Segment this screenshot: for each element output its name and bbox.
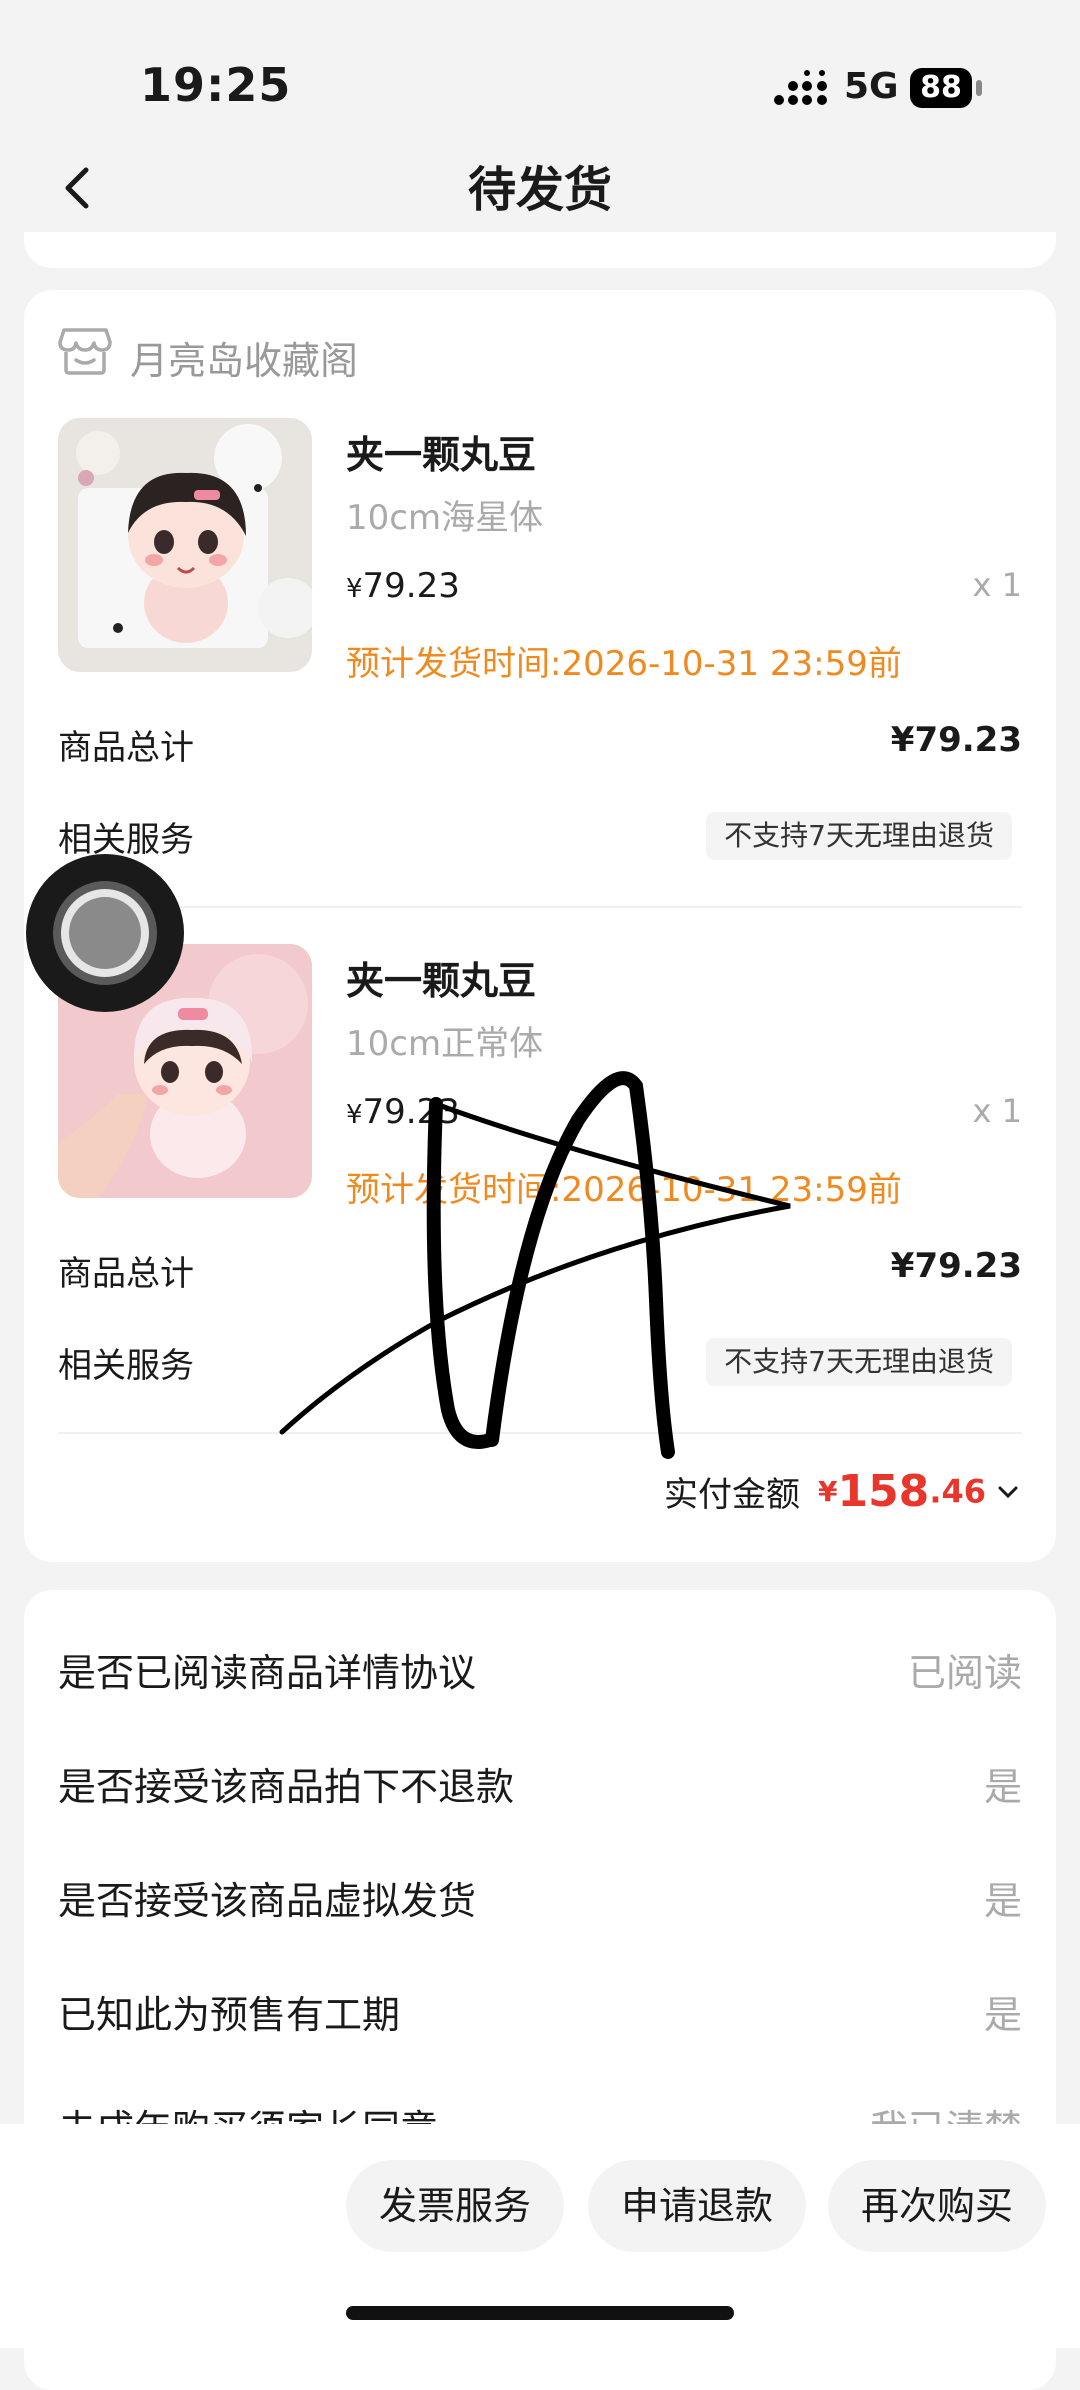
chevron-down-icon — [998, 1486, 1018, 1498]
item-currency: ¥ — [346, 574, 363, 604]
item-price-value: 79.23 — [362, 1092, 460, 1132]
paid-currency: ¥ — [817, 1475, 838, 1508]
network-label: 5G — [844, 66, 899, 107]
item-price: ¥79.23 — [346, 1092, 460, 1132]
agreement-row: 是否接受该商品拍下不退款 是 — [24, 1748, 1056, 1818]
assistive-touch-button[interactable] — [24, 852, 186, 1014]
shop-name: 月亮岛收藏阁 — [130, 339, 359, 383]
item-currency: ¥ — [346, 1100, 363, 1130]
item-title: 夹一颗丸豆 — [346, 433, 537, 477]
item-ship-time: 预计发货时间:2026-10-31 23:59前 — [346, 644, 902, 684]
product-image — [58, 418, 312, 672]
divider — [58, 1432, 1022, 1434]
item-qty: x 1 — [972, 566, 1022, 604]
agreement-row: 是否接受该商品虚拟发货 是 — [24, 1862, 1056, 1932]
agreement-value: 是 — [983, 1879, 1022, 1923]
subtotal-label: 商品总计 — [58, 1254, 194, 1294]
agreement-label: 是否已阅读商品详情协议 — [58, 1651, 477, 1695]
nav-bar: 待发货 — [0, 140, 1080, 240]
agreement-row: 是否已阅读商品详情协议 已阅读 — [24, 1634, 1056, 1704]
chevron-left-icon[interactable] — [50, 158, 110, 218]
page-title: 待发货 — [467, 162, 612, 218]
invoice-service-button[interactable]: 发票服务 — [346, 2160, 564, 2252]
buy-again-button[interactable]: 再次购买 — [828, 2160, 1046, 2252]
agreement-value: 是 — [983, 1765, 1022, 1809]
paid-integer: 158 — [837, 1466, 930, 1517]
service-tag: 不支持7天无理由退货 — [706, 1338, 1012, 1386]
item-spec: 10cm正常体 — [346, 1024, 544, 1064]
paid-decimal: .46 — [929, 1472, 986, 1511]
battery-tip — [976, 80, 982, 96]
service-tag: 不支持7天无理由退货 — [706, 812, 1012, 860]
item-price: ¥79.23 — [346, 566, 460, 606]
paid-label: 实付金额 — [663, 1475, 800, 1515]
subtotal-value: ¥79.23 — [890, 1246, 1022, 1286]
item-title: 夹一颗丸豆 — [346, 959, 537, 1003]
agreement-row: 已知此为预售有工期 是 — [24, 1976, 1056, 2046]
item-qty: x 1 — [972, 1092, 1022, 1130]
item-ship-time: 预计发货时间:2026-10-31 23:59前 — [346, 1170, 902, 1210]
store-icon — [58, 328, 112, 375]
signal-icon — [774, 70, 827, 105]
item-spec: 10cm海星体 — [346, 498, 544, 538]
paid-total[interactable]: 实付金额 ¥158.46 — [664, 1466, 1022, 1526]
status-time: 19:25 — [140, 58, 292, 112]
agreement-value: 已阅读 — [907, 1651, 1022, 1695]
subtotal-label: 商品总计 — [58, 728, 194, 768]
agreement-label: 是否接受该商品拍下不退款 — [58, 1765, 515, 1809]
order-item[interactable]: 夹一颗丸豆 10cm海星体 ¥79.23 x 1 预计发货时间:2026-10-… — [58, 418, 1022, 684]
agreement-label: 是否接受该商品虚拟发货 — [58, 1879, 477, 1923]
service-label: 相关服务 — [58, 1346, 194, 1386]
home-indicator — [346, 2306, 734, 2320]
previous-card-bottom — [24, 232, 1056, 268]
item-price-value: 79.23 — [362, 566, 460, 606]
battery-icon: 88 — [910, 68, 972, 108]
subtotal-value: ¥79.23 — [890, 720, 1022, 760]
status-bar: 19:25 5G 88 — [0, 0, 1080, 160]
agreement-value: 是 — [983, 1993, 1022, 2037]
agreement-label: 已知此为预售有工期 — [58, 1993, 401, 2037]
order-item[interactable]: 夹一颗丸豆 10cm正常体 ¥79.23 x 1 预计发货时间:2026-10-… — [58, 944, 1022, 1210]
divider — [58, 906, 1022, 908]
request-refund-button[interactable]: 申请退款 — [588, 2160, 806, 2252]
